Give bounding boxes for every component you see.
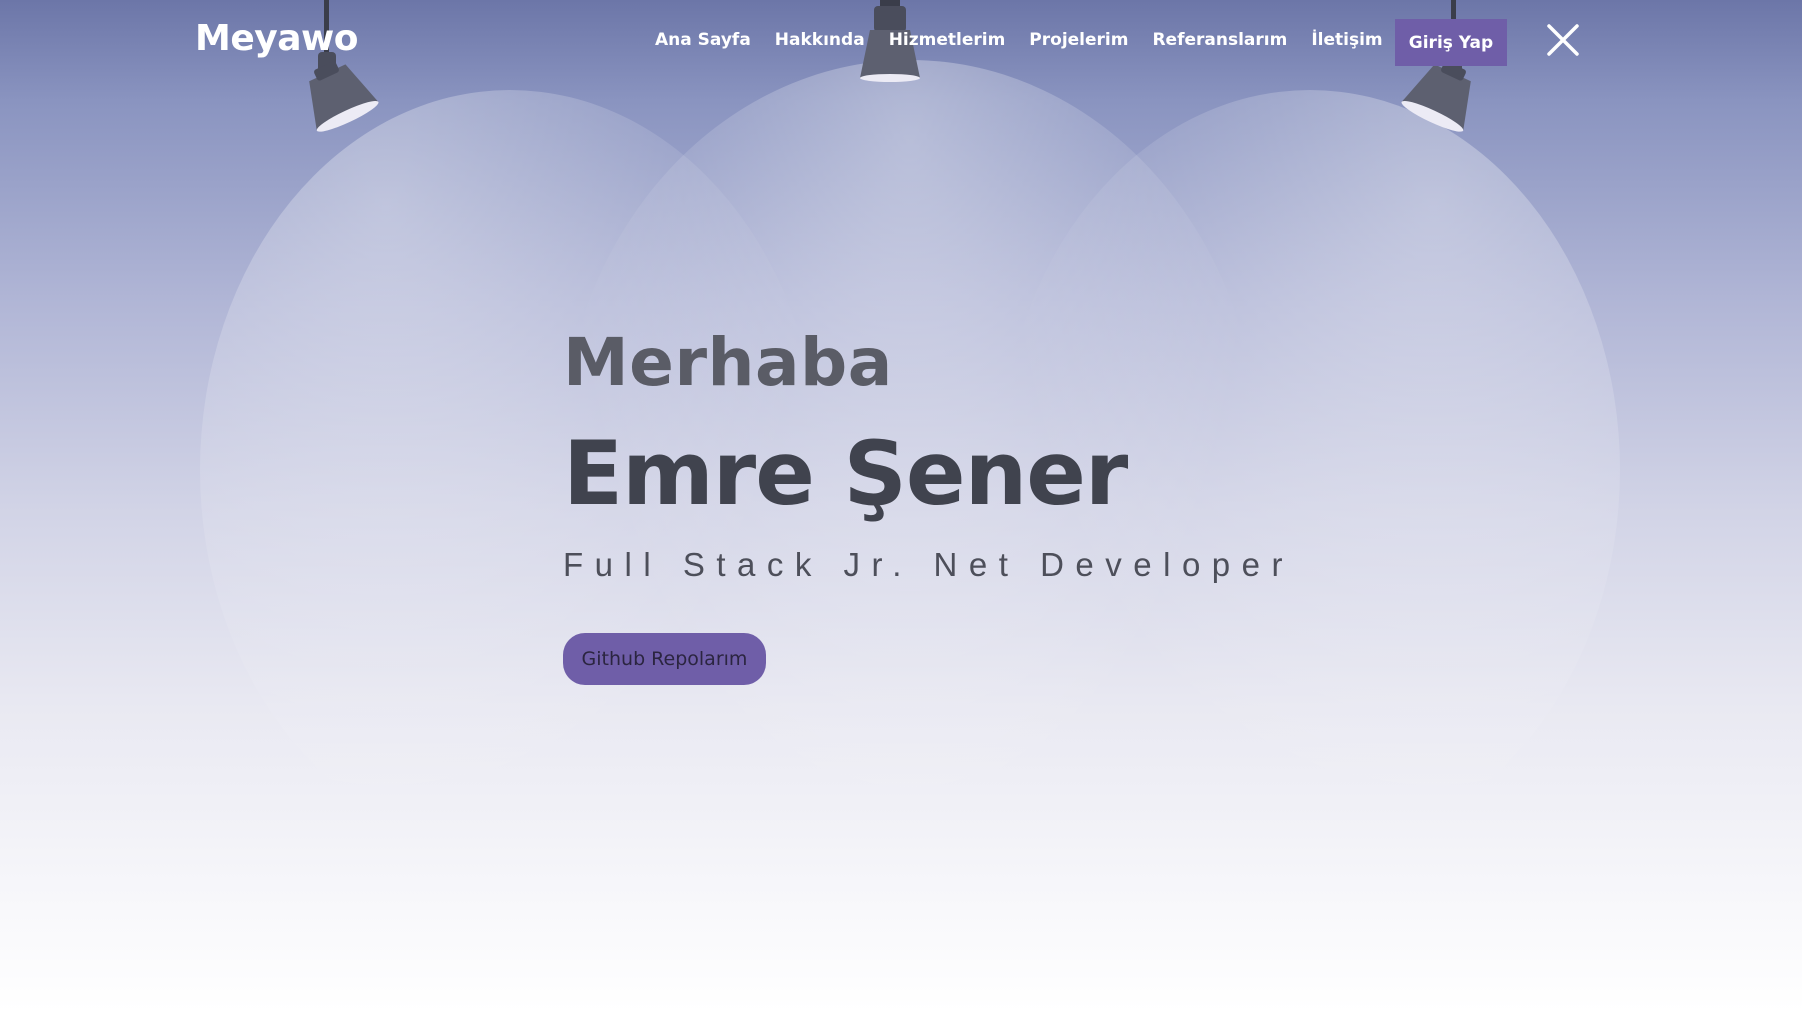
nav-item-home[interactable]: Ana Sayfa: [655, 30, 751, 50]
login-button[interactable]: Giriş Yap: [1395, 19, 1507, 66]
main-nav: Ana Sayfa Hakkında Hizmetlerim Projeleri…: [655, 30, 1407, 50]
hero-content: Merhaba Emre Şener Full Stack Jr. Net De…: [563, 330, 1294, 685]
nav-item-about[interactable]: Hakkında: [775, 30, 865, 50]
hero-greeting: Merhaba: [563, 324, 893, 401]
hero-name: Emre Şener: [563, 422, 1128, 525]
nav-item-references[interactable]: Referanslarım: [1152, 30, 1287, 50]
nav-item-projects[interactable]: Projelerim: [1029, 30, 1128, 50]
hero-role: Full Stack Jr. Net Developer: [563, 546, 1294, 583]
github-repos-button[interactable]: Github Repolarım: [563, 633, 766, 685]
nav-item-services[interactable]: Hizmetlerim: [889, 30, 1006, 50]
close-icon[interactable]: [1545, 22, 1581, 58]
site-logo[interactable]: Meyawo: [195, 18, 359, 59]
site-header: Meyawo Ana Sayfa Hakkında Hizmetlerim Pr…: [0, 0, 1802, 84]
nav-item-contact[interactable]: İletişim: [1311, 30, 1382, 50]
hero-section: Meyawo Ana Sayfa Hakkında Hizmetlerim Pr…: [0, 0, 1802, 1012]
